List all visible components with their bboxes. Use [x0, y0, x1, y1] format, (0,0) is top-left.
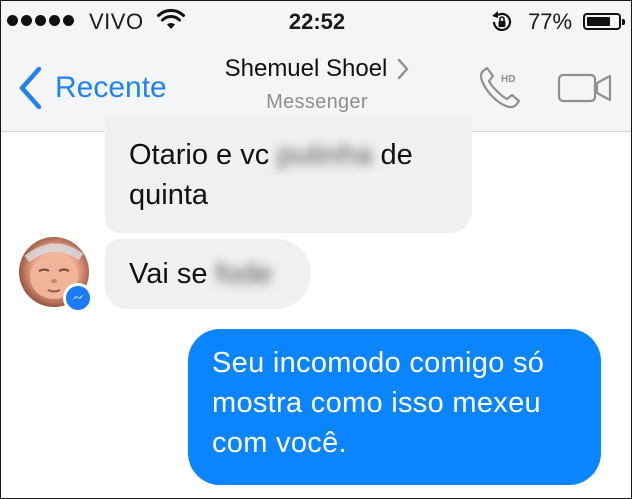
- message-bubble-incoming[interactable]: Vai se fode: [105, 239, 311, 309]
- battery-percent: 77%: [528, 9, 573, 34]
- chevron-right-icon: [398, 58, 409, 80]
- call-hd-badge: HD: [501, 74, 515, 85]
- message-text: Seu incomodo comigo só mostra como isso …: [212, 347, 545, 459]
- messenger-badge-icon: [63, 283, 93, 313]
- message-bubble-incoming[interactable]: Otario e vc putinha de quinta: [105, 117, 472, 233]
- conversation-title[interactable]: Shemuel Shoel Messenger: [1, 55, 631, 114]
- video-camera-icon[interactable]: [557, 72, 613, 104]
- top-bar: VIVO 22:52 77% Recente Shemuel Shoel Mes…: [1, 1, 631, 132]
- status-bar: VIVO 22:52 77%: [1, 1, 631, 43]
- phone-hd-icon[interactable]: HD: [477, 65, 527, 111]
- chat-screen: VIVO 22:52 77% Recente Shemuel Shoel Mes…: [0, 0, 632, 499]
- conversation-subtitle: Messenger: [266, 91, 368, 113]
- contact-name: Shemuel Shoel: [224, 55, 388, 82]
- message-text: Vai se fode: [129, 258, 272, 290]
- censored-word: fode: [215, 258, 272, 290]
- rotation-lock-icon: [492, 11, 512, 31]
- message-bubble-outgoing[interactable]: Seu incomodo comigo só mostra como isso …: [188, 329, 601, 485]
- battery-icon: [583, 13, 625, 30]
- censored-word: putinha: [277, 139, 373, 171]
- message-text: Otario e vc putinha de quinta: [129, 139, 413, 211]
